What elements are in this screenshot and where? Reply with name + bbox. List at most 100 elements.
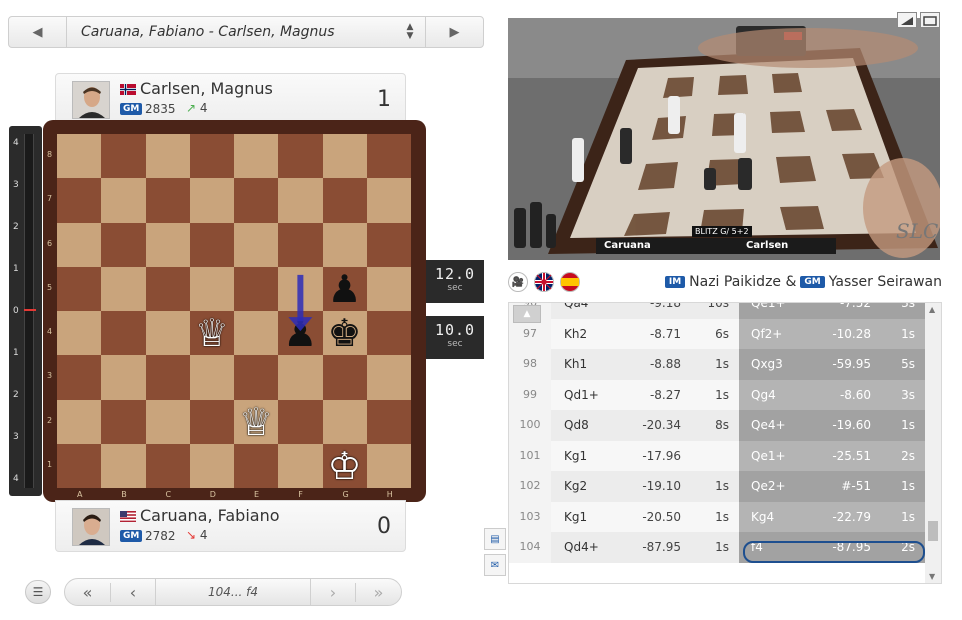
white-move[interactable]: Qd8 xyxy=(551,410,611,441)
board-square-h2[interactable] xyxy=(366,399,411,444)
black-pawn-piece[interactable]: ♟ xyxy=(278,311,322,355)
white-move[interactable]: Qa4 xyxy=(551,303,611,319)
scroll-to-top-button[interactable]: ▲ xyxy=(513,305,541,323)
next-move-button[interactable]: › xyxy=(311,582,356,602)
board-square-h6[interactable] xyxy=(366,222,411,267)
black-move[interactable]: Kg4 xyxy=(739,501,799,532)
board-square-f8[interactable] xyxy=(278,134,323,179)
white-move[interactable]: Qd1+ xyxy=(551,379,611,410)
board-square-b7[interactable] xyxy=(101,178,146,223)
board-square-e8[interactable] xyxy=(234,134,279,179)
board-square-c5[interactable] xyxy=(145,266,190,311)
board-square-e3[interactable] xyxy=(234,355,279,400)
video-camera-toggle[interactable]: 🎥 xyxy=(508,272,528,292)
popout-video-button[interactable] xyxy=(897,12,917,28)
board-square-f2[interactable] xyxy=(278,399,323,444)
board-square-h3[interactable] xyxy=(366,355,411,400)
board-square-e6[interactable] xyxy=(234,222,279,267)
first-move-button[interactable]: « xyxy=(65,583,110,602)
game-selector[interactable]: ◀ Caruana, Fabiano - Carlsen, Magnus ▲ ▼… xyxy=(8,16,484,48)
board-square-d8[interactable] xyxy=(189,134,234,179)
board-square-g3[interactable] xyxy=(322,355,367,400)
board-square-a8[interactable] xyxy=(57,134,102,179)
move-list-scrollbar[interactable]: ▲ ▼ xyxy=(925,303,941,583)
board-square-e1[interactable] xyxy=(234,443,279,488)
board-square-a5[interactable] xyxy=(57,266,102,311)
board-square-d1[interactable] xyxy=(189,443,234,488)
board-square-h4[interactable] xyxy=(366,311,411,356)
board-square-f7[interactable] xyxy=(278,178,323,223)
board-square-c7[interactable] xyxy=(145,178,190,223)
board-square-a6[interactable] xyxy=(57,222,102,267)
board-square-b1[interactable] xyxy=(101,443,146,488)
previous-game-button[interactable]: ◀ xyxy=(9,17,67,47)
black-king-piece[interactable]: ♚ xyxy=(323,311,367,355)
white-move[interactable]: Kh1 xyxy=(551,349,611,380)
board-square-c2[interactable] xyxy=(145,399,190,444)
board-square-f1[interactable] xyxy=(278,443,323,488)
board-square-e7[interactable] xyxy=(234,178,279,223)
live-video[interactable]: SLC Caruana BLITZ G/ 5+2 Carlsen xyxy=(508,18,940,260)
black-move[interactable]: Qe1+ xyxy=(739,440,799,471)
black-move[interactable]: Qg4 xyxy=(739,379,799,410)
white-move[interactable]: Kg1 xyxy=(551,501,611,532)
board-square-c1[interactable] xyxy=(145,443,190,488)
menu-button[interactable]: ☰ xyxy=(25,580,51,604)
board-square-g2[interactable] xyxy=(322,399,367,444)
board-square-b5[interactable] xyxy=(101,266,146,311)
board-square-g7[interactable] xyxy=(322,178,367,223)
black-pawn-piece[interactable]: ♟ xyxy=(323,267,367,311)
language-spanish-button[interactable] xyxy=(560,272,580,292)
black-move[interactable]: Qxg3 xyxy=(739,349,799,380)
previous-move-button[interactable]: ‹ xyxy=(110,582,155,602)
move-list[interactable]: 96Qa4-9.1810sQe1+-7.523s97Kh2-8.716sQf2+… xyxy=(508,302,942,584)
board-square-e4[interactable] xyxy=(234,311,279,356)
chess-board[interactable]: ♟ ♕ ♟ ♚ ♕ ♔ xyxy=(57,134,411,488)
board-square-h7[interactable] xyxy=(366,178,411,223)
white-queen-piece[interactable]: ♕ xyxy=(190,311,234,355)
next-game-button[interactable]: ▶ xyxy=(425,17,483,47)
board-square-a2[interactable] xyxy=(57,399,102,444)
board-square-h5[interactable] xyxy=(366,266,411,311)
board-square-c4[interactable] xyxy=(145,311,190,356)
board-square-b6[interactable] xyxy=(101,222,146,267)
last-move-button[interactable]: » xyxy=(356,583,401,602)
white-move[interactable]: Qd4+ xyxy=(551,532,611,563)
board-square-d3[interactable] xyxy=(189,355,234,400)
board-square-f3[interactable] xyxy=(278,355,323,400)
white-king-piece[interactable]: ♔ xyxy=(323,444,367,488)
notation-tab[interactable]: ▤ xyxy=(484,528,506,550)
board-square-e5[interactable] xyxy=(234,266,279,311)
board-square-d6[interactable] xyxy=(189,222,234,267)
board-square-c6[interactable] xyxy=(145,222,190,267)
board-square-h8[interactable] xyxy=(366,134,411,179)
white-move[interactable]: Kh2 xyxy=(551,318,611,349)
white-queen-piece[interactable]: ♕ xyxy=(234,400,278,444)
black-move[interactable]: Qf2+ xyxy=(739,318,799,349)
board-square-c3[interactable] xyxy=(145,355,190,400)
black-move[interactable]: Qe4+ xyxy=(739,410,799,441)
board-square-d5[interactable] xyxy=(189,266,234,311)
board-square-f6[interactable] xyxy=(278,222,323,267)
board-square-d2[interactable] xyxy=(189,399,234,444)
scrollbar-thumb[interactable] xyxy=(928,521,938,541)
board-square-a1[interactable] xyxy=(57,443,102,488)
white-move[interactable]: Kg2 xyxy=(551,471,611,502)
white-move[interactable]: Kg1 xyxy=(551,440,611,471)
board-square-g8[interactable] xyxy=(322,134,367,179)
board-square-g6[interactable] xyxy=(322,222,367,267)
board-square-d7[interactable] xyxy=(189,178,234,223)
board-square-a3[interactable] xyxy=(57,355,102,400)
board-square-b8[interactable] xyxy=(101,134,146,179)
fullscreen-video-button[interactable] xyxy=(920,12,940,28)
board-square-b2[interactable] xyxy=(101,399,146,444)
board-square-h1[interactable] xyxy=(366,443,411,488)
board-square-c8[interactable] xyxy=(145,134,190,179)
chat-tab[interactable]: ✉ xyxy=(484,554,506,576)
board-square-a7[interactable] xyxy=(57,178,102,223)
board-square-a4[interactable] xyxy=(57,311,102,356)
black-move[interactable]: Qe1+ xyxy=(739,303,799,319)
board-square-b3[interactable] xyxy=(101,355,146,400)
board-square-f5[interactable] xyxy=(278,266,323,311)
board-square-b4[interactable] xyxy=(101,311,146,356)
